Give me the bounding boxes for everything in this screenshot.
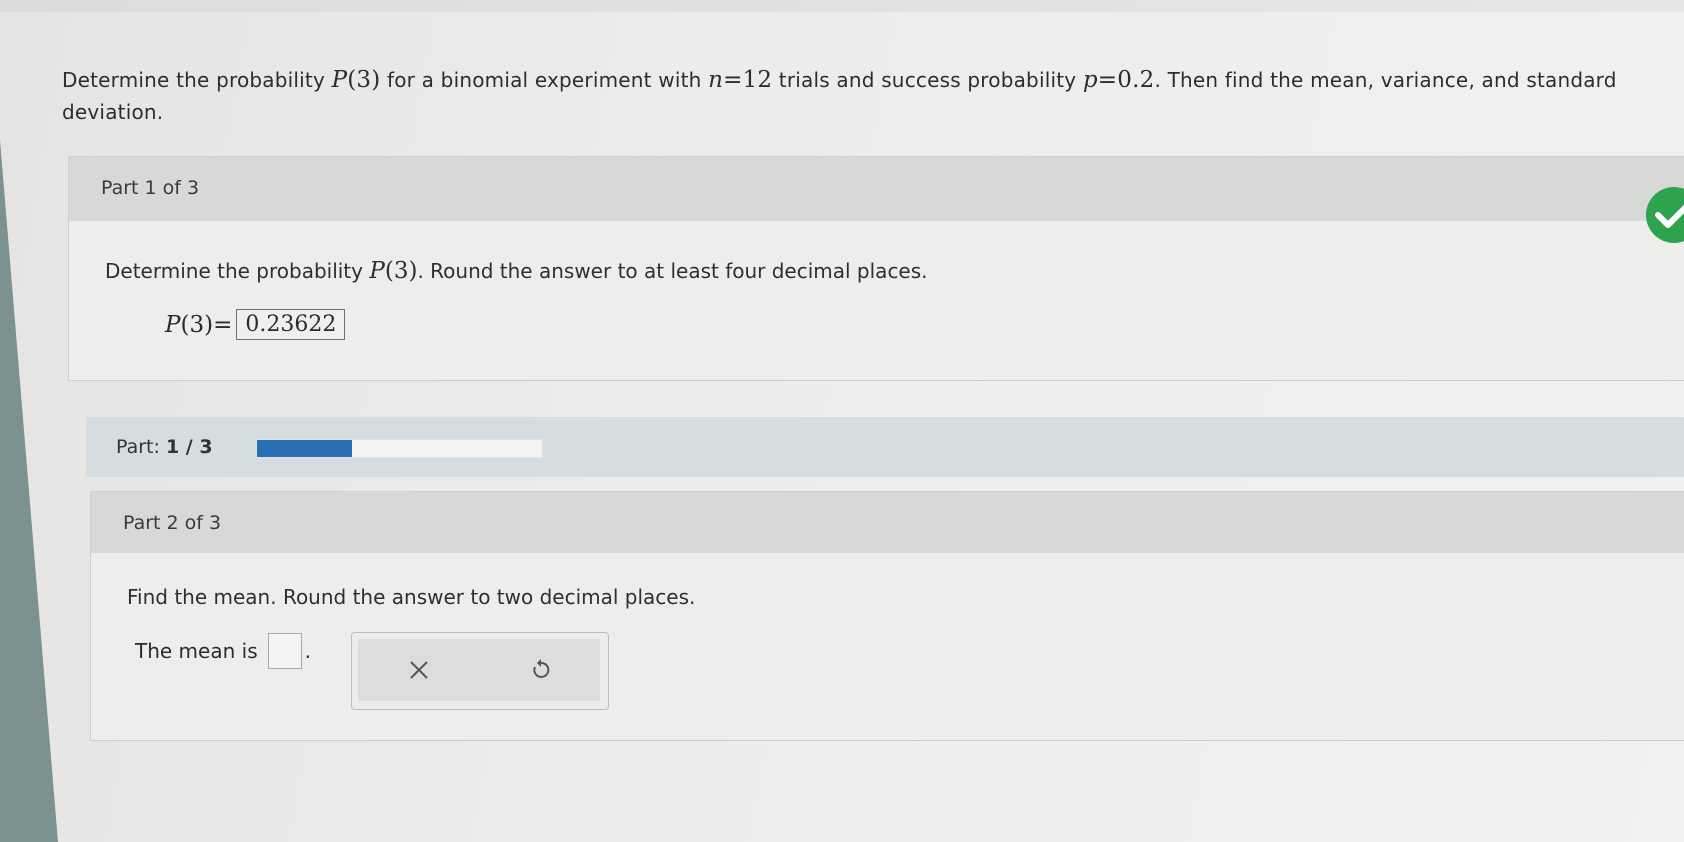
part1-answer-label-var: P bbox=[165, 311, 181, 338]
part1-header-label: Part 1 of 3 bbox=[101, 177, 200, 199]
part1-answer-label: (3)= bbox=[180, 311, 233, 338]
progress-value: 1 / 3 bbox=[165, 436, 213, 458]
answer-tools-inner bbox=[358, 639, 600, 701]
part1-answer-row: P (3)= 0.23622 bbox=[165, 309, 346, 340]
problem-p-arg: (3) bbox=[347, 67, 381, 93]
part1-question-p: P bbox=[369, 258, 385, 284]
mean-label: The mean is bbox=[135, 639, 258, 663]
progress-bar-track bbox=[256, 439, 543, 458]
part1-question-suffix: . Round the answer to at least four deci… bbox=[417, 259, 928, 283]
checkmark-icon bbox=[1655, 200, 1684, 228]
close-icon bbox=[410, 661, 428, 679]
progress-bar-fill bbox=[257, 440, 352, 457]
part2-card: Part 2 of 3 Find the mean. Round the ans… bbox=[90, 491, 1684, 741]
problem-n-value: =12 bbox=[723, 67, 773, 93]
answer-tools-panel bbox=[351, 632, 609, 710]
undo-icon bbox=[533, 659, 550, 678]
part2-header: Part 2 of 3 bbox=[91, 492, 1684, 553]
part1-answer-input[interactable]: 0.23622 bbox=[236, 309, 346, 340]
undo-button[interactable] bbox=[524, 653, 558, 687]
part1-header: Part 1 of 3 bbox=[69, 157, 1684, 221]
part1-card: Part 1 of 3 Determine the probability P(… bbox=[68, 156, 1684, 381]
top-strip bbox=[0, 0, 1684, 12]
problem-statement: Determine the probability P(3) for a bin… bbox=[62, 64, 1662, 128]
clear-button[interactable] bbox=[402, 653, 436, 687]
problem-mid1: for a binomial experiment with bbox=[387, 68, 702, 92]
progress-label-text: Part: bbox=[116, 436, 160, 458]
part2-header-label: Part 2 of 3 bbox=[123, 512, 222, 534]
page-background: Determine the probability P(3) for a bin… bbox=[0, 0, 1684, 842]
problem-intro: Determine the probability bbox=[62, 68, 325, 92]
problem-n-var: n bbox=[708, 67, 724, 93]
problem-p-value: =0.2 bbox=[1097, 67, 1155, 93]
part2-question: Find the mean. Round the answer to two d… bbox=[127, 585, 696, 609]
part1-question-prefix: Determine the probability bbox=[105, 259, 363, 283]
mean-input[interactable] bbox=[267, 633, 302, 669]
part1-question: Determine the probability P(3). Round th… bbox=[105, 258, 928, 284]
problem-p-symbol: P bbox=[331, 67, 348, 93]
problem-mid2: trials and success probability bbox=[778, 68, 1077, 92]
progress-label: Part: 1 / 3 bbox=[116, 436, 213, 458]
part1-question-arg: (3) bbox=[384, 258, 418, 284]
mean-period: . bbox=[304, 639, 311, 663]
part-progress: Part: 1 / 3 bbox=[86, 417, 1684, 477]
problem-p-var: p bbox=[1082, 67, 1098, 93]
part2-answer-row: The mean is . bbox=[135, 633, 311, 669]
